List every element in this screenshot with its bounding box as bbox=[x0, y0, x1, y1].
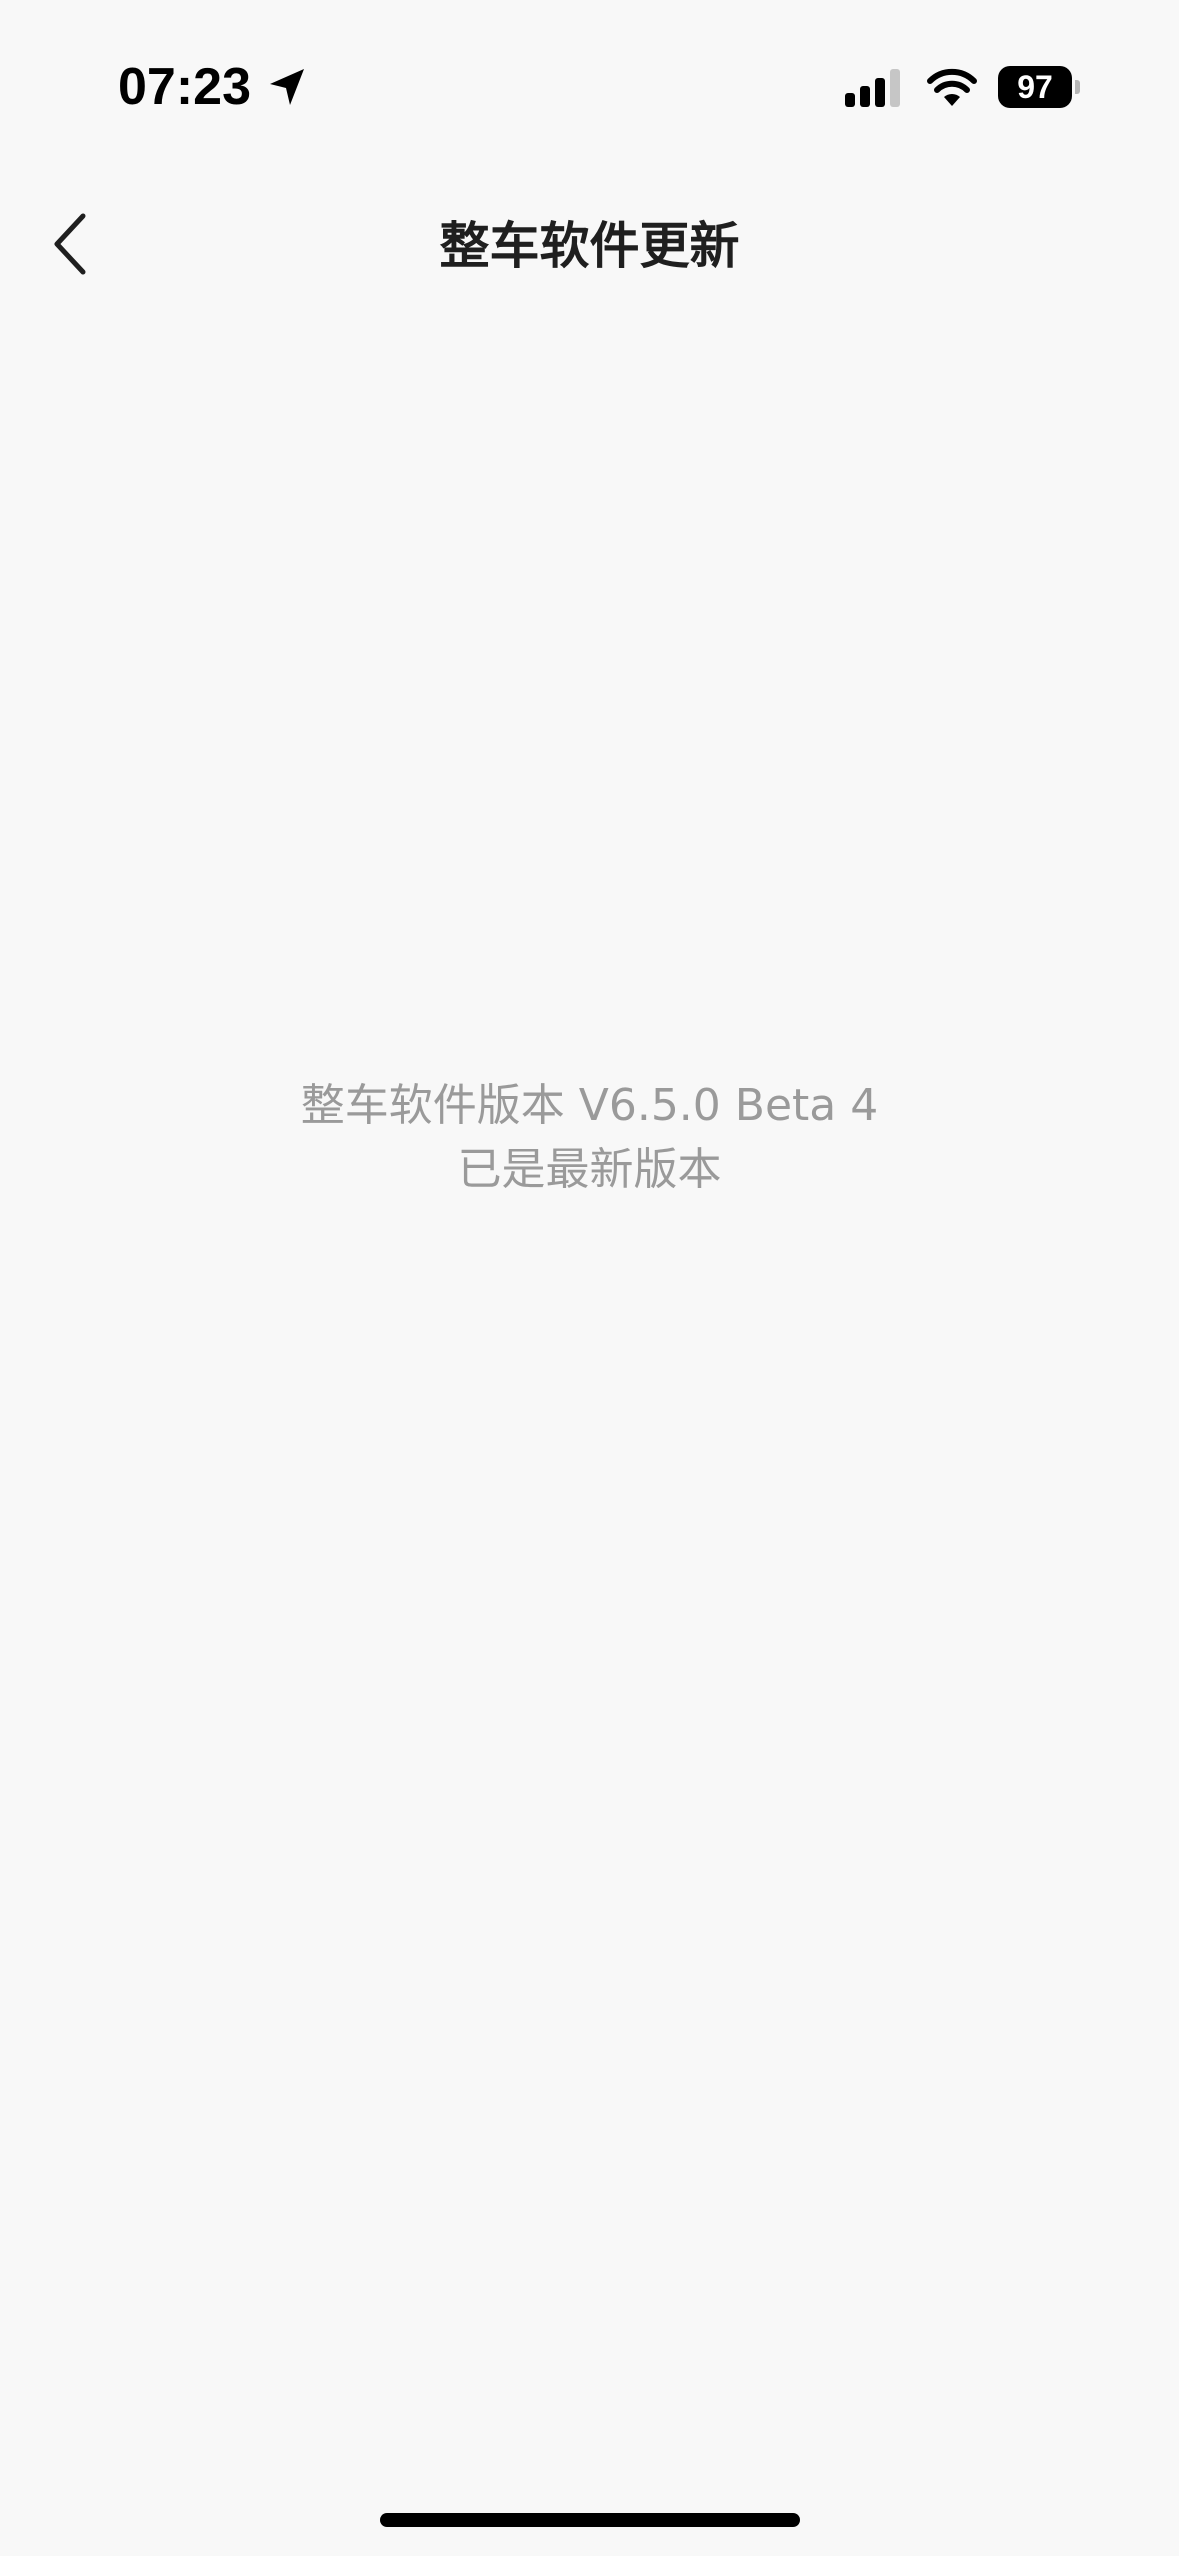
battery-icon: 97 bbox=[998, 66, 1080, 108]
wifi-icon bbox=[927, 68, 977, 106]
software-version-text: 整车软件版本 V6.5.0 Beta 4 bbox=[300, 1080, 879, 1131]
battery-body: 97 bbox=[998, 66, 1072, 108]
location-arrow-icon bbox=[270, 69, 304, 105]
status-bar: 07:23 97 bbox=[0, 0, 1179, 150]
status-time: 07:23 bbox=[118, 58, 251, 116]
home-indicator[interactable] bbox=[380, 2513, 800, 2527]
cellular-signal-icon bbox=[845, 69, 900, 107]
battery-level: 97 bbox=[1017, 69, 1053, 105]
app-screen: 07:23 97 整车软件更新 整车软件版本 V6.5.0 Beta 4 已是最… bbox=[0, 0, 1179, 2556]
navigation-bar: 整车软件更新 bbox=[0, 180, 1179, 310]
battery-cap bbox=[1075, 80, 1080, 94]
page-title: 整车软件更新 bbox=[439, 217, 740, 275]
up-to-date-text: 已是最新版本 bbox=[457, 1144, 722, 1195]
update-status-message: 整车软件版本 V6.5.0 Beta 4 已是最新版本 bbox=[0, 1074, 1179, 1202]
